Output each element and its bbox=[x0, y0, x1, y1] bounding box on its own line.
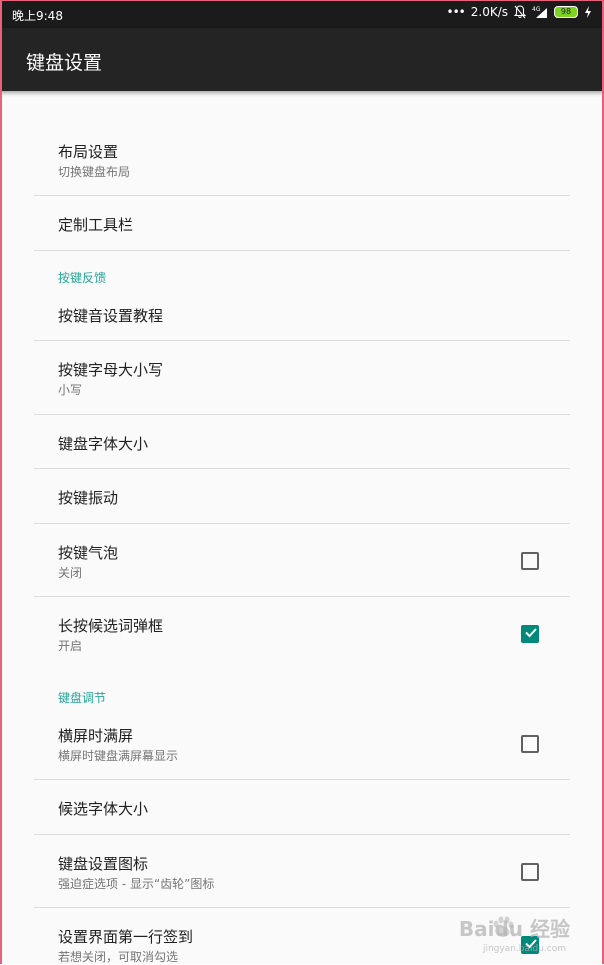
setting-summary: 若想关闭，可取消勾选 bbox=[58, 950, 179, 964]
setting-sound-tutorial[interactable]: 按键音设置教程 bbox=[34, 287, 570, 341]
setting-title: 键盘字体大小 bbox=[58, 435, 149, 453]
page-title: 键盘设置 bbox=[26, 52, 103, 74]
status-bar: 晚上9:48 ••• 2.0K/s 4G 98 bbox=[0, 0, 604, 28]
setting-summary: 横屏时键盘满屏幕显示 bbox=[58, 749, 179, 763]
checkmark-icon bbox=[525, 628, 537, 638]
setting-title: 按键振动 bbox=[58, 489, 119, 507]
watermark-url: jingyan.baidu.com bbox=[482, 944, 566, 954]
setting-font-size[interactable]: 键盘字体大小 bbox=[34, 415, 570, 469]
setting-bubble[interactable]: 按键气泡 关闭 bbox=[34, 524, 570, 597]
status-time: 晚上9:48 bbox=[12, 9, 63, 23]
section-header-feedback: 按键反馈 bbox=[58, 271, 107, 285]
setting-title: 候选字体大小 bbox=[58, 800, 149, 818]
setting-title: 按键音设置教程 bbox=[58, 307, 164, 325]
setting-vibration[interactable]: 按键振动 bbox=[34, 469, 570, 524]
app-bar: 键盘设置 bbox=[0, 28, 604, 91]
setting-candidate-font[interactable]: 候选字体大小 bbox=[34, 780, 570, 835]
bubble-checkbox[interactable] bbox=[521, 552, 539, 570]
setting-title: 设置界面第一行签到 bbox=[58, 928, 194, 946]
charging-bolt-icon bbox=[585, 6, 591, 18]
network-speed: 2.0K/s bbox=[470, 5, 508, 19]
setting-letter-case[interactable]: 按键字母大小写 小写 bbox=[34, 341, 570, 415]
setting-title: 长按候选词弹框 bbox=[58, 617, 164, 635]
setting-candidate-popup[interactable]: 长按候选词弹框 开启 bbox=[34, 597, 570, 669]
setting-toolbar[interactable]: 定制工具栏 bbox=[34, 196, 570, 251]
setting-summary: 开启 bbox=[58, 639, 83, 653]
setting-title: 横屏时满屏 bbox=[58, 727, 134, 745]
setting-title: 键盘设置图标 bbox=[58, 855, 149, 873]
watermark-brand: Baidu 经验 bbox=[458, 917, 570, 941]
setting-title: 定制工具栏 bbox=[58, 216, 134, 234]
network-label: 4G bbox=[532, 6, 541, 13]
candidate-popup-checkbox[interactable] bbox=[521, 625, 539, 643]
setting-title: 按键字母大小写 bbox=[58, 361, 164, 379]
section-header-adjust: 键盘调节 bbox=[58, 691, 107, 705]
landscape-full-checkbox[interactable] bbox=[521, 735, 539, 753]
setting-settings-icon[interactable]: 键盘设置图标 强迫症选项 - 显示“齿轮”图标 bbox=[34, 835, 570, 908]
settings-icon-checkbox[interactable] bbox=[521, 863, 539, 881]
status-icons: ••• 2.0K/s 4G 98 bbox=[447, 5, 592, 19]
battery-icon: 98 bbox=[554, 6, 578, 18]
signal-icon: 4G bbox=[532, 6, 547, 18]
setting-summary: 切换键盘布局 bbox=[58, 165, 131, 179]
setting-layout[interactable]: 布局设置 切换键盘布局 bbox=[34, 127, 570, 196]
setting-summary: 强迫症选项 - 显示“齿轮”图标 bbox=[58, 877, 215, 891]
setting-title: 按键气泡 bbox=[58, 544, 119, 562]
setting-summary: 小写 bbox=[58, 383, 83, 397]
setting-landscape-full[interactable]: 横屏时满屏 横屏时键盘满屏幕显示 bbox=[34, 707, 570, 780]
bell-off-icon bbox=[514, 5, 526, 19]
setting-summary: 关闭 bbox=[58, 566, 83, 580]
settings-list: 布局设置 切换键盘布局 定制工具栏 按键反馈 按键音设置教程 按键字母大小写 小… bbox=[0, 91, 604, 964]
setting-title: 布局设置 bbox=[58, 143, 119, 161]
status-dots: ••• bbox=[446, 5, 466, 19]
